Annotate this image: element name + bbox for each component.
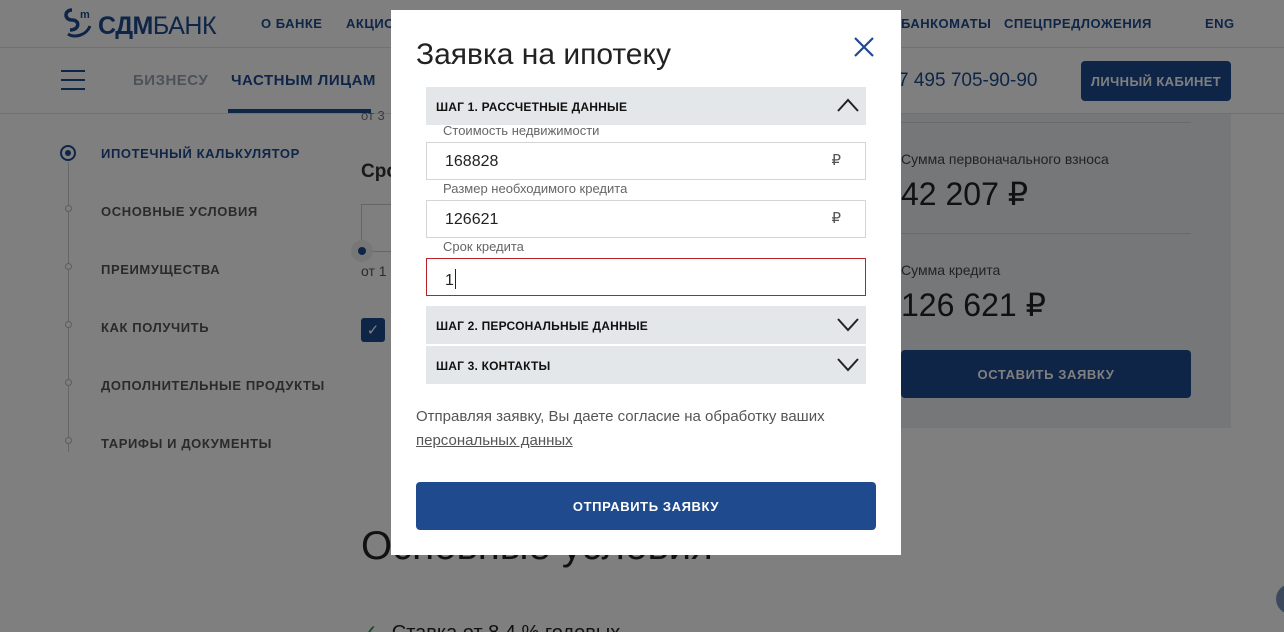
personal-data-link[interactable]: персональных данных bbox=[416, 432, 573, 449]
property-cost-input[interactable]: 168828 ₽ bbox=[426, 142, 866, 180]
loan-amount-label: Размер необходимого кредита bbox=[443, 181, 628, 196]
ruble-icon: ₽ bbox=[831, 151, 841, 169]
step-label: ШАГ 1. РАССЧЕТНЫЕ ДАННЫЕ bbox=[436, 100, 628, 114]
consent-body: Отправляя заявку, Вы даете согласие на о… bbox=[416, 408, 825, 425]
term-input[interactable]: 1 bbox=[426, 258, 866, 296]
ruble-icon: ₽ bbox=[831, 209, 841, 227]
step-label: ШАГ 2. ПЕРСОНАЛЬНЫЕ ДАННЫЕ bbox=[436, 319, 649, 333]
mortgage-request-modal: Заявка на ипотеку ШАГ 1. РАССЧЕТНЫЕ ДАНН… bbox=[391, 10, 901, 555]
term-value-wrap: 1 bbox=[445, 269, 456, 290]
modal-title: Заявка на ипотеку bbox=[416, 38, 671, 71]
step-3-header[interactable]: ШАГ 3. КОНТАКТЫ bbox=[426, 346, 866, 384]
chevron-down-icon bbox=[837, 358, 859, 372]
consent-text: Отправляя заявку, Вы даете согласие на о… bbox=[416, 405, 856, 453]
property-cost-value: 168828 bbox=[445, 153, 499, 170]
text-caret bbox=[454, 269, 456, 289]
chevron-down-icon bbox=[837, 318, 859, 332]
term-value: 1 bbox=[445, 272, 454, 289]
term-label: Срок кредита bbox=[443, 239, 524, 254]
step-label: ШАГ 3. КОНТАКТЫ bbox=[436, 359, 551, 373]
loan-amount-value: 126621 bbox=[445, 211, 499, 228]
loan-amount-input[interactable]: 126621 ₽ bbox=[426, 200, 866, 238]
submit-request-button[interactable]: ОТПРАВИТЬ ЗАЯВКУ bbox=[416, 482, 876, 530]
step-1-header[interactable]: ШАГ 1. РАССЧЕТНЫЕ ДАННЫЕ bbox=[426, 87, 866, 125]
property-cost-label: Стоимость недвижимости bbox=[443, 123, 600, 138]
step-2-header[interactable]: ШАГ 2. ПЕРСОНАЛЬНЫЕ ДАННЫЕ bbox=[426, 306, 866, 344]
chevron-up-icon bbox=[837, 98, 859, 112]
close-icon[interactable] bbox=[851, 34, 877, 60]
